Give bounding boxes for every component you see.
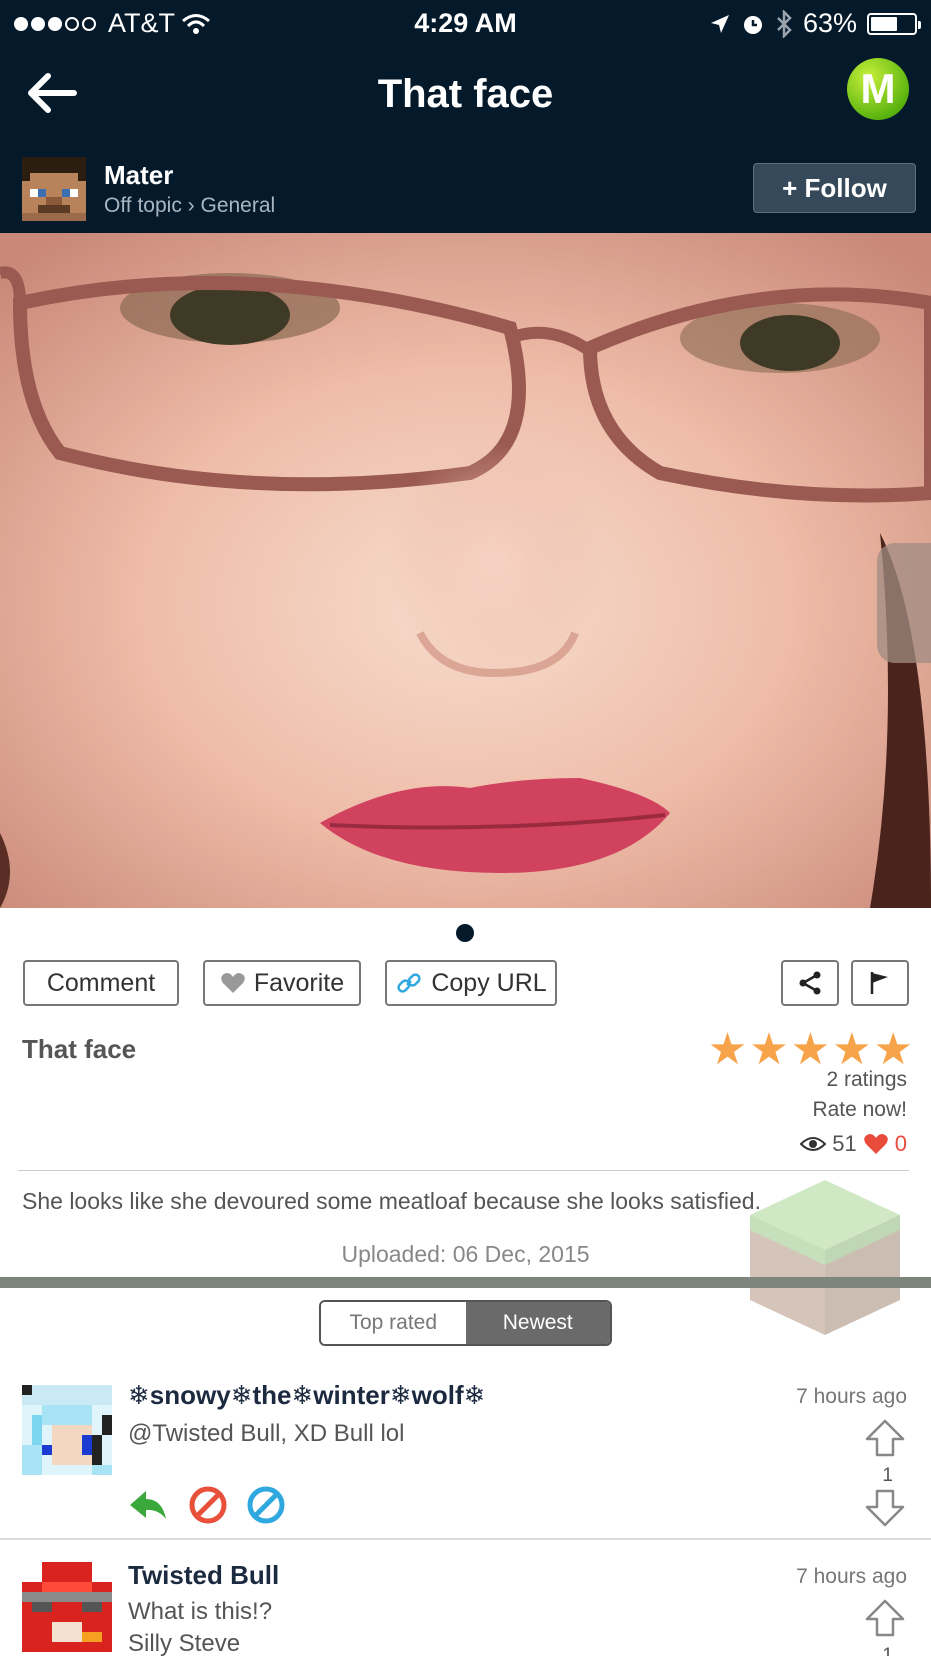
post-stats: 51 0 [800,1131,907,1157]
author-avatar[interactable] [22,157,86,221]
star-icon[interactable]: ★ [749,1028,788,1072]
commenter-name[interactable]: Twisted Bull [128,1560,279,1591]
heart-icon [221,973,245,993]
comment-label: Comment [46,968,156,997]
status-right: 63% [709,8,921,39]
downvote-arrow-icon[interactable] [863,1488,907,1528]
post-description: She looks like she devoured some meatloa… [22,1188,761,1214]
author-bar: Mater Off topic › General + Follow [0,155,931,225]
hide-icon[interactable] [246,1485,286,1525]
vote-count: 1 [882,1465,893,1486]
face-photo [0,233,931,908]
like-count: 0 [894,1131,907,1156]
comment-sort-toggle: Top rated Newest [319,1300,612,1346]
tab-top-rated[interactable]: Top rated [321,1302,466,1344]
report-button[interactable] [851,960,909,1006]
commenter-avatar[interactable] [22,1385,112,1475]
commenter-avatar[interactable] [22,1562,112,1652]
page-title: That face [377,72,554,116]
star-icon[interactable]: ★ [708,1028,747,1072]
upvote-arrow-icon[interactable] [863,1418,907,1458]
comment-text: What is this!? [128,1598,273,1625]
post-title: That face [22,1034,137,1064]
commenter-name[interactable]: ❄snowy❄the❄winter❄wolf❄ [128,1380,485,1411]
flag-icon [870,972,888,994]
comment-text-line2: Silly Steve [128,1630,241,1656]
app-logo[interactable]: M [847,58,909,120]
vote-count: 1 [882,1645,893,1656]
top-bar: AT&T 4:29 AM 63% That face M Mater Off t… [0,0,931,233]
comment-divider [0,1538,931,1540]
section-divider [0,1277,931,1288]
star-icon[interactable]: ★ [874,1028,913,1072]
copy-url-label: Copy URL [431,968,547,997]
nav-bar: That face M [0,50,931,140]
author-name[interactable]: Mater [104,160,173,191]
comment-text: @Twisted Bull, XD Bull lol [128,1420,405,1447]
ratings-count: 2 ratings [826,1068,907,1091]
bluetooth-icon [777,9,792,38]
link-icon [397,973,421,993]
upvote-arrow-icon[interactable] [863,1598,907,1638]
tab-newest[interactable]: Newest [465,1302,610,1344]
share-button[interactable] [781,960,839,1006]
star-icon[interactable]: ★ [791,1028,830,1072]
status-bar: AT&T 4:29 AM 63% [0,0,931,46]
category-breadcrumb[interactable]: Off topic › General [104,194,275,218]
battery-icon [867,12,921,35]
copy-url-button[interactable]: Copy URL [385,960,557,1006]
view-count: 51 [832,1131,857,1156]
follow-button[interactable]: + Follow [753,163,916,213]
alarm-icon [743,15,762,34]
comment-button[interactable]: Comment [23,960,179,1006]
location-arrow-icon [710,14,729,33]
post-image[interactable] [0,233,931,908]
block-icon[interactable] [188,1485,228,1525]
favorite-button[interactable]: Favorite [203,960,361,1006]
rating-stars[interactable]: ★ ★ ★ ★ ★ [708,1028,913,1072]
page-indicator [456,924,474,942]
share-icon [799,971,821,995]
star-icon[interactable]: ★ [832,1028,871,1072]
upload-date: Uploaded: 06 Dec, 2015 [341,1241,590,1267]
comment-time: 7 hours ago [796,1385,907,1408]
heart-icon [863,1134,888,1154]
rate-now-link[interactable]: Rate now! [812,1098,907,1122]
side-drawer-handle[interactable] [877,543,931,663]
comment-time: 7 hours ago [796,1565,907,1588]
battery-percent: 63% [802,8,857,38]
reply-icon[interactable] [128,1485,168,1525]
favorite-label: Favorite [253,968,345,997]
eye-icon [800,1137,827,1151]
